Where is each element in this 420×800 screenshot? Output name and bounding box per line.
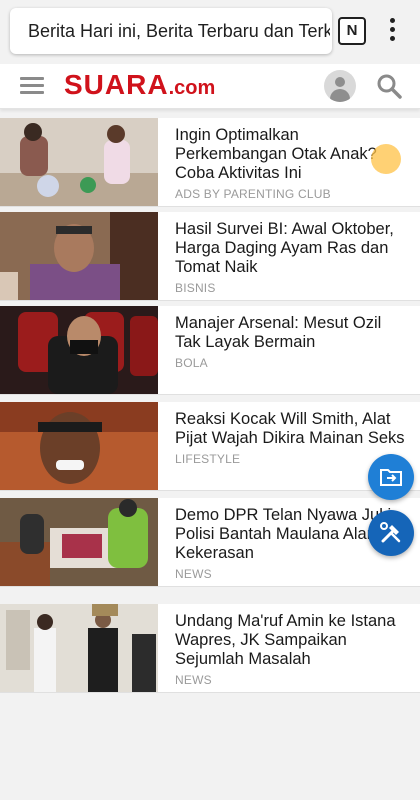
article-thumbnail[interactable] [0, 118, 158, 206]
logo-suffix-text: .com [168, 77, 216, 99]
logo-main-text: SUARA [64, 69, 169, 100]
article-card[interactable]: Hasil Survei BI: Awal Oktober, Harga Dag… [0, 212, 420, 301]
site-logo[interactable]: SUARA.com [64, 69, 215, 101]
article-card[interactable]: Undang Ma'ruf Amin ke Istana Wapres, JK … [0, 604, 420, 693]
search-icon[interactable] [376, 73, 402, 99]
article-title[interactable]: Undang Ma'ruf Amin ke Istana Wapres, JK … [175, 612, 407, 690]
tools-icon [380, 522, 401, 543]
article-title[interactable]: Reaksi Kocak Will Smith, Alat Pijat Waja… [175, 410, 407, 469]
article-card[interactable]: Demo DPR Telan Nyawa Jukir, Polisi Banta… [0, 498, 420, 587]
article-category: NEWS [175, 673, 212, 687]
floating-tools-button[interactable] [368, 510, 414, 556]
article-thumbnail[interactable] [0, 402, 158, 490]
floating-folder-button[interactable] [368, 454, 414, 500]
user-avatar-icon[interactable] [324, 70, 356, 102]
article-card[interactable]: Ingin Optimalkan Perkembangan Otak Anak?… [0, 118, 420, 207]
tab-switcher-button[interactable]: N [338, 17, 366, 45]
touch-indicator [371, 144, 401, 174]
article-title[interactable]: Hasil Survei BI: Awal Oktober, Harga Dag… [175, 220, 407, 298]
article-thumbnail[interactable] [0, 604, 158, 692]
folder-icon [380, 469, 402, 486]
address-bar-text[interactable]: Berita Hari ini, Berita Terbaru dan Terk… [28, 21, 330, 42]
hamburger-menu-icon[interactable] [20, 77, 44, 95]
site-header: SUARA.com [0, 64, 420, 109]
article-thumbnail[interactable] [0, 212, 158, 300]
article-thumbnail[interactable] [0, 498, 158, 586]
browser-toolbar: Berita Hari ini, Berita Terbaru dan Terk… [0, 0, 420, 64]
address-bar[interactable]: Berita Hari ini, Berita Terbaru dan Terk… [10, 8, 332, 54]
article-card[interactable]: Reaksi Kocak Will Smith, Alat Pijat Waja… [0, 402, 420, 491]
article-card[interactable]: Manajer Arsenal: Mesut Ozil Tak Layak Be… [0, 306, 420, 395]
article-title[interactable]: Manajer Arsenal: Mesut Ozil Tak Layak Be… [175, 314, 407, 373]
article-category: NEWS [175, 567, 212, 581]
article-category: BISNIS [175, 281, 216, 295]
article-category: ADS BY PARENTING CLUB [175, 187, 331, 201]
article-category: BOLA [175, 356, 208, 370]
article-thumbnail[interactable] [0, 306, 158, 394]
browser-menu-icon[interactable] [384, 18, 400, 44]
